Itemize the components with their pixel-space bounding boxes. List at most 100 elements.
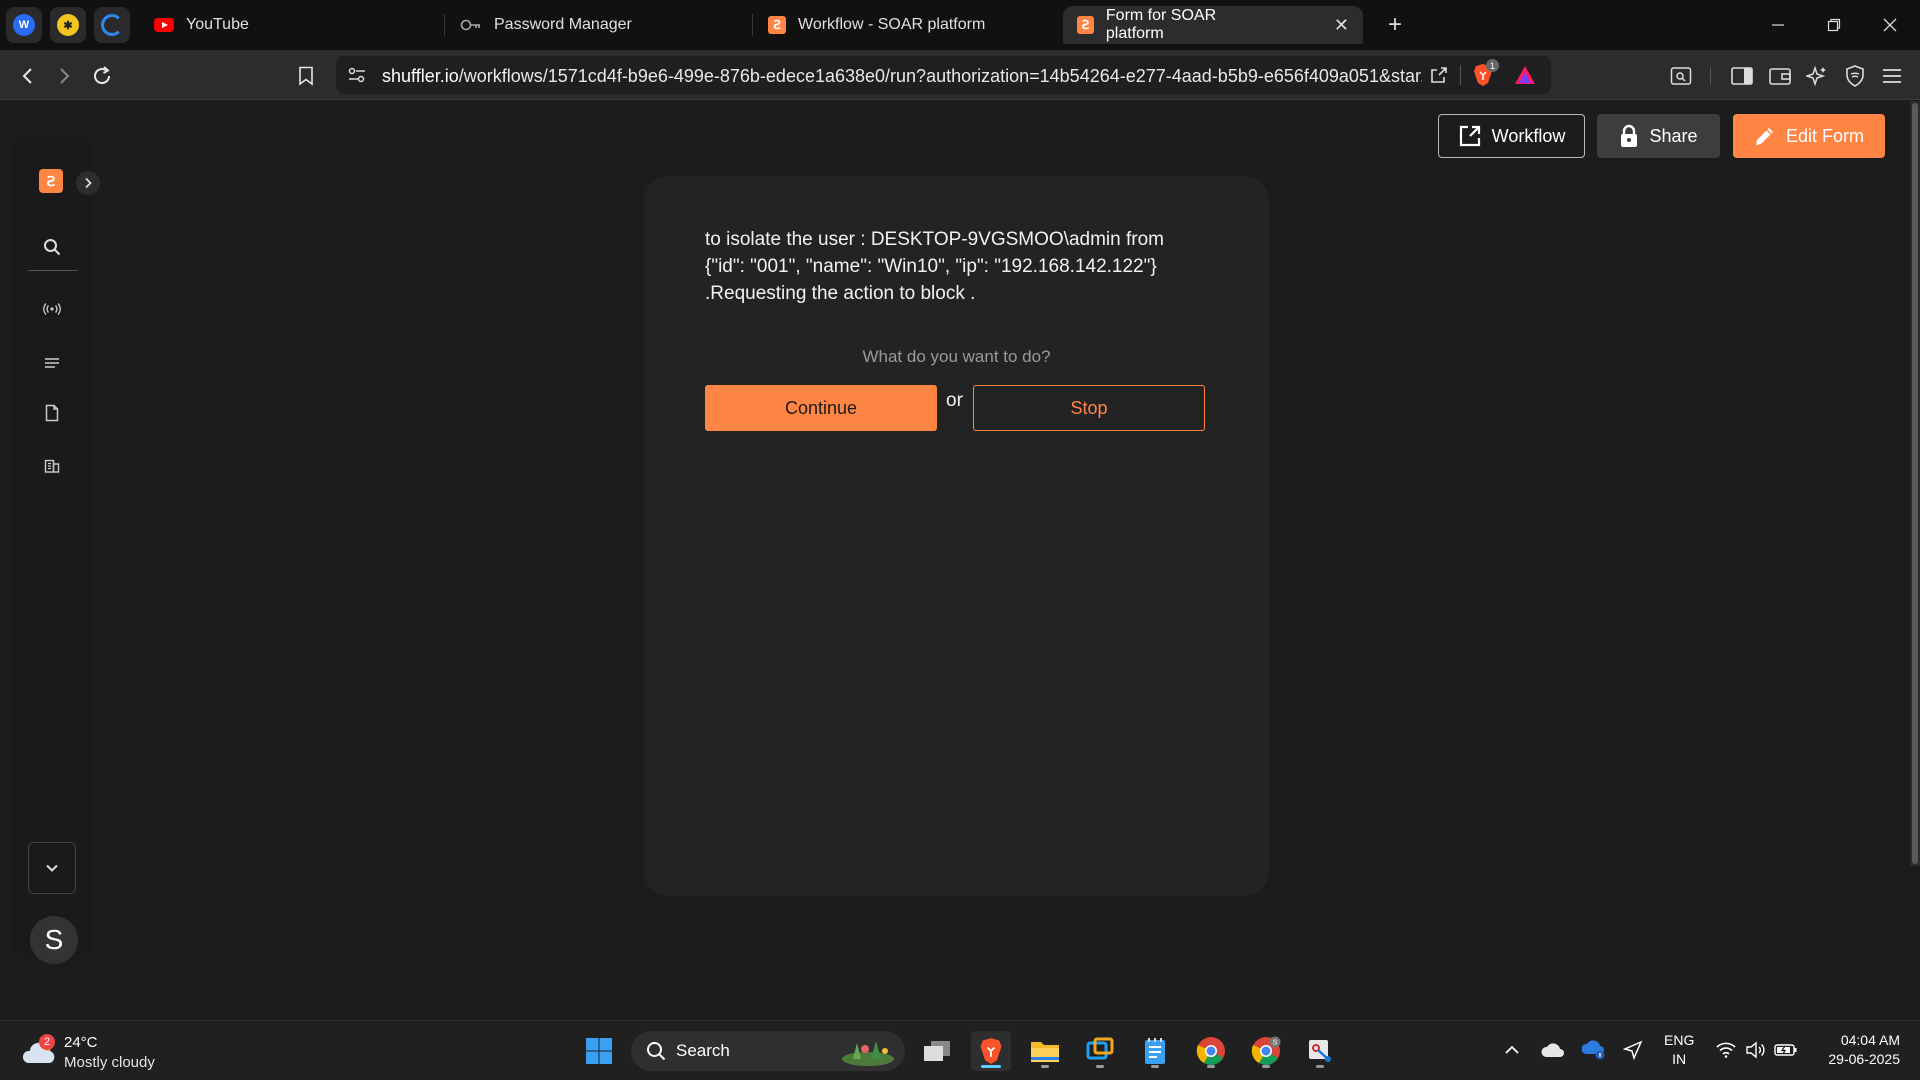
address-bar[interactable]: shuffler.io/workflows/1571cd4f-b9e6-499e… <box>336 56 1551 94</box>
running-indicator <box>1262 1065 1270 1068</box>
expand-sidebar-button[interactable] <box>76 171 100 195</box>
taskbar-chrome-profile[interactable]: S <box>1246 1031 1286 1071</box>
wallet-button[interactable] <box>1764 60 1796 92</box>
page-scrollbar[interactable] <box>1910 101 1920 866</box>
input-language[interactable]: ENG IN <box>1664 1031 1694 1069</box>
tab-divider <box>752 14 753 36</box>
brave-rewards-icon[interactable] <box>1514 65 1536 85</box>
system-clock[interactable]: 04:04 AM 29-06-2025 <box>1810 1031 1900 1069</box>
notepad-icon <box>1145 1038 1165 1064</box>
task-view-button[interactable] <box>917 1031 957 1071</box>
sidebar-icon <box>1731 67 1753 85</box>
leo-ai-button[interactable] <box>1801 60 1833 92</box>
vpn-button[interactable] <box>1839 60 1871 92</box>
back-button[interactable] <box>12 60 44 92</box>
wifi-tray[interactable] <box>1713 1035 1739 1065</box>
sidebar-item-workflows[interactable] <box>38 349 66 377</box>
sidebar-search[interactable] <box>38 233 66 261</box>
show-hidden-icons-button[interactable] <box>1500 1035 1524 1065</box>
site-settings-icon <box>348 67 365 83</box>
url-text[interactable]: shuffler.io/workflows/1571cd4f-b9e6-499e… <box>382 66 1422 87</box>
tab-workflow-soar[interactable]: Ꙅ Workflow - SOAR platform <box>754 6 1054 44</box>
pencil-icon <box>1755 128 1773 145</box>
location-tray[interactable] <box>1619 1035 1647 1065</box>
new-tab-button[interactable]: + <box>1380 10 1410 40</box>
chrome-profile-icon: S <box>1251 1036 1281 1065</box>
share-page-icon[interactable] <box>1429 65 1449 85</box>
taskbar-chrome[interactable] <box>1191 1031 1231 1071</box>
message-line: .Requesting the action to block . <box>705 283 976 304</box>
taskbar-brave[interactable] <box>971 1031 1011 1071</box>
running-indicator <box>1096 1065 1104 1068</box>
open-workflow-button[interactable]: Workflow <box>1438 114 1585 158</box>
restore-button[interactable] <box>1806 8 1862 42</box>
search-label: Search <box>676 1041 730 1060</box>
or-separator: or <box>946 390 963 411</box>
onedrive-personal-tray[interactable] <box>1539 1035 1567 1065</box>
shuffle-logo[interactable]: Ꙅ <box>39 169 63 193</box>
wallet-icon <box>1769 68 1791 85</box>
start-button[interactable] <box>579 1031 619 1071</box>
broadcast-icon <box>43 303 61 315</box>
sidebar-item-triggers[interactable] <box>38 295 66 323</box>
close-icon <box>1883 18 1897 32</box>
continue-button[interactable]: Continue <box>705 385 937 431</box>
reader-mode-button[interactable] <box>1665 60 1697 92</box>
minimize-button[interactable] <box>1750 8 1806 42</box>
windows-taskbar: 2 24°C Mostly cloudy Search S ENG IN 04:… <box>0 1020 1920 1080</box>
tab-form-soar[interactable]: Ꙅ Form for SOAR platform ✕ <box>1063 6 1363 44</box>
edit-form-button[interactable]: Edit Form <box>1733 114 1885 158</box>
pinned-tab-w[interactable]: W <box>6 7 42 43</box>
bookmark-icon <box>299 66 313 86</box>
lock-icon <box>1621 124 1638 147</box>
file-icon <box>45 404 59 422</box>
remote-desktop-icon <box>1086 1037 1114 1060</box>
sidebar-dropdown-button[interactable] <box>28 842 76 894</box>
weather-widget[interactable]: 2 24°C Mostly cloudy <box>22 1029 182 1073</box>
reload-button[interactable] <box>86 60 118 92</box>
volume-tray[interactable] <box>1742 1035 1768 1065</box>
hamburger-icon <box>1883 69 1901 83</box>
tab-title: Form for SOAR platform <box>1105 7 1217 42</box>
yellow-app-icon: ✱ <box>57 14 79 36</box>
chevron-right-icon <box>85 177 92 189</box>
close-window-button[interactable] <box>1862 8 1918 42</box>
share-button[interactable]: Share <box>1597 114 1720 158</box>
stop-button[interactable]: Stop <box>973 385 1205 431</box>
search-icon <box>647 1042 666 1061</box>
sidebar-search-underline <box>28 270 78 271</box>
sidebar-item-organization[interactable] <box>38 452 66 480</box>
menu-button[interactable] <box>1876 60 1908 92</box>
key-icon <box>460 19 480 31</box>
youtube-icon <box>154 18 174 32</box>
pinned-tab-yellow[interactable]: ✱ <box>50 7 86 43</box>
scrollbar-thumb[interactable] <box>1912 103 1918 864</box>
svg-text:S: S <box>1273 1040 1278 1047</box>
forward-button[interactable] <box>48 60 80 92</box>
tab-password-manager[interactable]: Password Manager <box>446 6 746 44</box>
sidebar-toggle-button[interactable] <box>1726 60 1758 92</box>
sidebar-item-docs[interactable] <box>38 399 66 427</box>
browser-tab-strip: W ✱ YouTube Password Manager Ꙅ Workflow … <box>0 0 1920 50</box>
close-tab-icon[interactable]: ✕ <box>1334 15 1349 36</box>
taskbar-notepad[interactable] <box>1135 1031 1175 1071</box>
onedrive-business-tray[interactable] <box>1580 1035 1608 1065</box>
pinned-tab-blue[interactable] <box>94 7 130 43</box>
tab-youtube[interactable]: YouTube <box>140 6 440 44</box>
brave-shields-button[interactable]: 1 <box>1472 59 1499 87</box>
tab-divider <box>444 14 445 36</box>
taskbar-file-explorer[interactable] <box>1025 1031 1065 1071</box>
taskbar-snipping-tool[interactable] <box>1300 1031 1340 1071</box>
restore-icon <box>1827 18 1841 32</box>
location-arrow-icon <box>1623 1040 1643 1060</box>
running-indicator <box>1041 1065 1049 1068</box>
list-icon <box>45 358 59 368</box>
taskbar-remote-app[interactable] <box>1080 1031 1120 1071</box>
reload-icon <box>94 66 111 85</box>
user-avatar[interactable]: S <box>30 916 78 964</box>
external-link-icon <box>1459 125 1480 147</box>
bookmark-button[interactable] <box>290 60 322 92</box>
windows-logo-icon <box>586 1038 612 1064</box>
taskbar-search[interactable]: Search <box>631 1031 905 1071</box>
battery-tray[interactable] <box>1772 1035 1800 1065</box>
